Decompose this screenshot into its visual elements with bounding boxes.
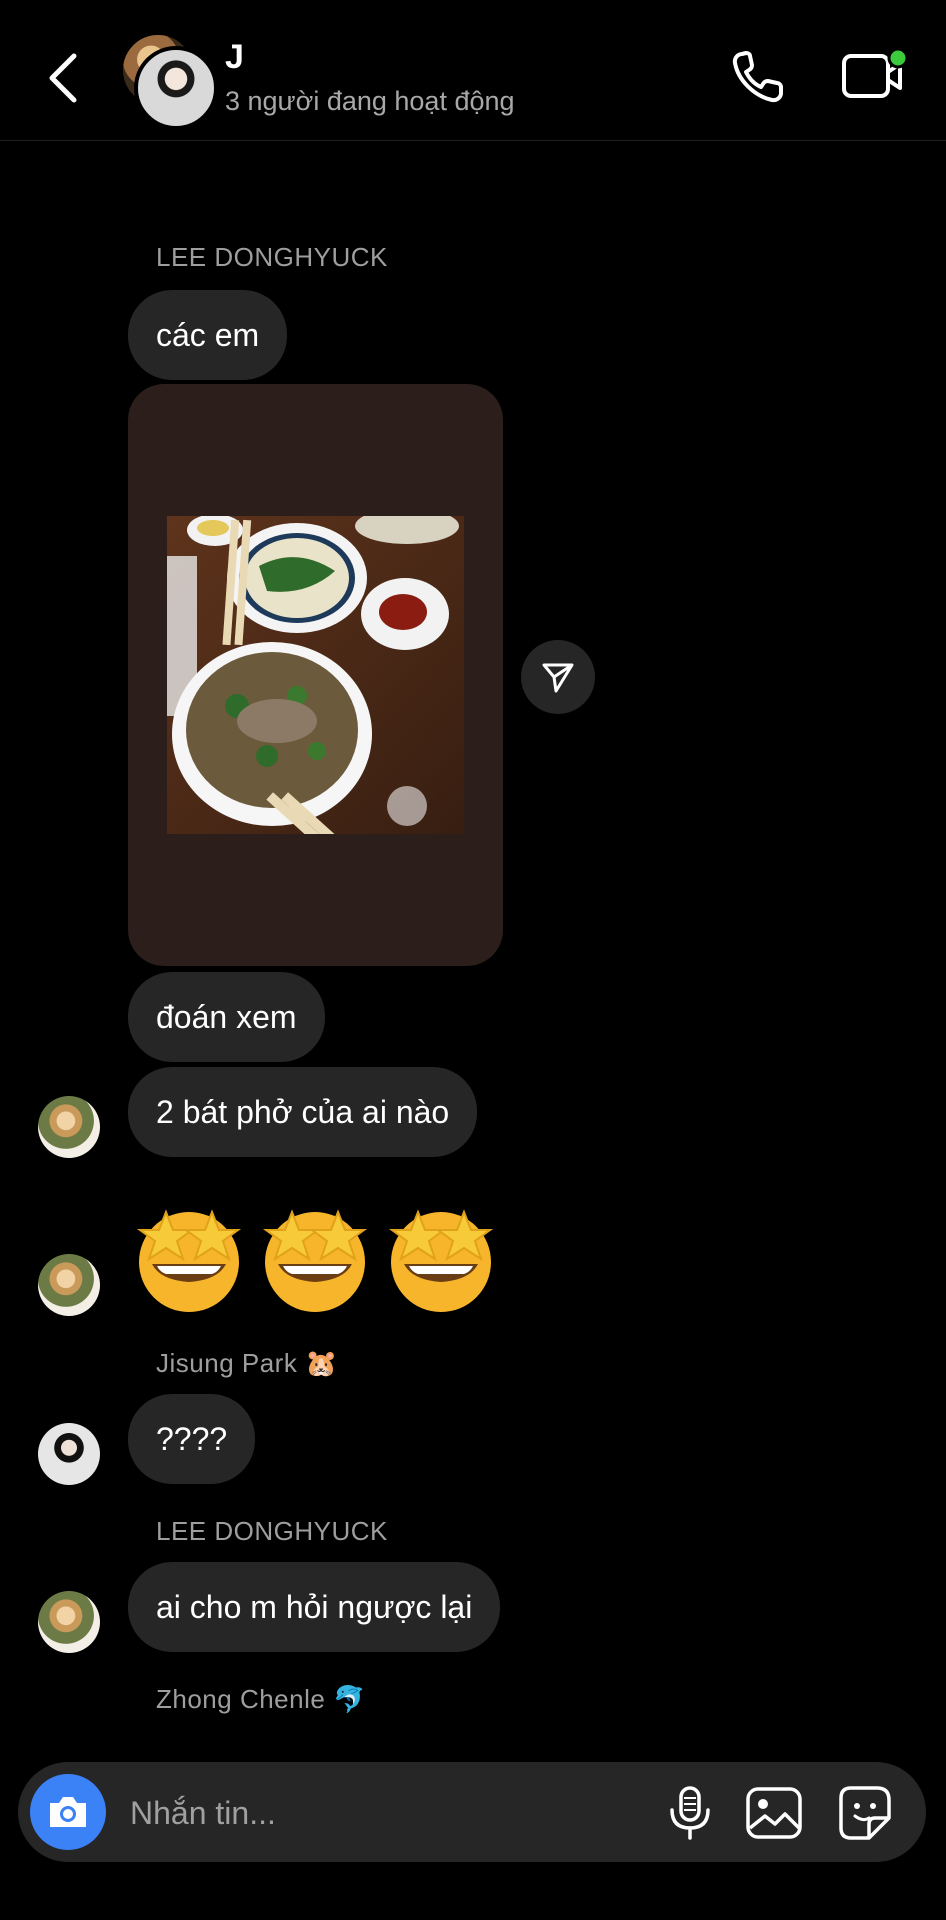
message-bubble[interactable]: ???? xyxy=(128,1394,256,1484)
camera-button[interactable] xyxy=(30,1774,106,1850)
message-composer xyxy=(18,1762,926,1862)
pho-photo xyxy=(167,516,464,834)
phone-icon xyxy=(732,51,783,103)
call-button[interactable] xyxy=(728,46,790,108)
star-struck-emoji-icon xyxy=(388,1209,494,1312)
shared-post[interactable] xyxy=(128,384,503,966)
message-bubble[interactable]: ai cho m hỏi ngược lại xyxy=(128,1562,501,1652)
chat-header: J 3 người đang hoạt động xyxy=(0,0,946,141)
sender-name: LEE DONGHYUCK xyxy=(156,1516,388,1546)
gallery-icon xyxy=(746,1787,802,1839)
avatar[interactable] xyxy=(38,1254,100,1316)
chat-title[interactable]: J xyxy=(225,38,244,77)
post-image[interactable] xyxy=(167,516,464,834)
share-button[interactable] xyxy=(521,640,595,714)
sticker-icon xyxy=(839,1786,891,1840)
group-avatar[interactable] xyxy=(118,30,218,130)
back-button[interactable] xyxy=(40,48,90,108)
avatar[interactable] xyxy=(38,1591,100,1653)
message-input[interactable] xyxy=(128,1788,532,1838)
avatar[interactable] xyxy=(38,1096,100,1158)
voice-message-button[interactable] xyxy=(662,1784,718,1842)
message-bubble[interactable]: 2 bát phở của ai nào xyxy=(128,1067,478,1157)
video-call-button[interactable] xyxy=(838,46,909,106)
sticker-button[interactable] xyxy=(833,1782,895,1844)
chevron-left-icon xyxy=(49,53,77,103)
star-struck-emoji-icon xyxy=(262,1209,368,1312)
camera-icon xyxy=(50,1797,86,1827)
emoji-message[interactable] xyxy=(130,1200,500,1315)
gallery-button[interactable] xyxy=(743,1784,805,1842)
avatar xyxy=(134,46,218,130)
sender-name: Jisung Park 🐹 xyxy=(156,1348,338,1378)
send-icon xyxy=(542,663,574,693)
message-bubble[interactable]: đoán xem xyxy=(128,972,325,1062)
sender-name: Zhong Chenle 🐬 xyxy=(156,1684,366,1714)
avatar[interactable] xyxy=(38,1423,100,1485)
microphone-icon xyxy=(670,1786,710,1840)
message-bubble[interactable]: các em xyxy=(128,290,288,380)
star-struck-emoji-icon xyxy=(136,1209,242,1312)
sender-name: LEE DONGHYUCK xyxy=(156,242,388,272)
video-camera-icon xyxy=(842,47,909,98)
active-status: 3 người đang hoạt động xyxy=(225,86,515,116)
